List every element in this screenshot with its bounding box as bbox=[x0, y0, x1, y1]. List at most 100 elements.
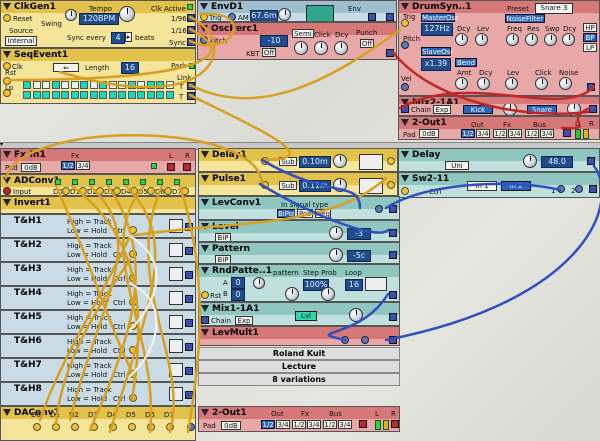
daconv-input-jack[interactable] bbox=[71, 423, 79, 431]
noise-filter-tab[interactable]: NoiseFilter bbox=[505, 14, 545, 23]
track2-output[interactable] bbox=[187, 92, 195, 100]
step-cell[interactable] bbox=[80, 91, 88, 99]
mix2-output[interactable] bbox=[589, 105, 597, 113]
fxin-12-button[interactable]: 1/2 bbox=[61, 161, 75, 170]
collapse-arrow-icon[interactable] bbox=[401, 3, 409, 10]
step-grid[interactable] bbox=[23, 81, 183, 101]
exp-button[interactable]: Exp bbox=[433, 105, 451, 114]
step-cell[interactable] bbox=[99, 81, 107, 89]
out2b-fx-12[interactable]: 1/2 bbox=[292, 420, 306, 429]
adconv-output-jack[interactable] bbox=[147, 187, 155, 195]
level-module[interactable]: Level BiP -3 bbox=[198, 220, 400, 242]
rndpattern-module[interactable]: RndPatte..1 pattern Step Prob Loop A 0 B… bbox=[198, 264, 400, 302]
levmult-header[interactable]: LevMult1 bbox=[199, 327, 399, 339]
track-hold-output[interactable] bbox=[185, 295, 193, 303]
sw2-header[interactable]: Sw2-11 bbox=[399, 173, 599, 185]
drumsyn-ratio-display[interactable]: x1.39 bbox=[421, 58, 451, 71]
pattern-module[interactable]: Pattern BiP -5c bbox=[198, 242, 400, 264]
invert-header[interactable]: Invert1 bbox=[1, 197, 195, 209]
kbt-button[interactable]: Off bbox=[262, 48, 276, 57]
pattern-a-display[interactable]: 0 bbox=[231, 277, 245, 289]
ctrl-input-jack[interactable] bbox=[129, 394, 137, 402]
am-input-jack[interactable] bbox=[228, 13, 236, 21]
collapse-arrow-icon[interactable] bbox=[3, 409, 11, 416]
sw2-output[interactable] bbox=[589, 185, 597, 193]
envd-header[interactable]: EnvD1 bbox=[198, 1, 396, 13]
patch-canvas[interactable]: ClkGen1 Reset Swing Tempo 120BPM Clk Act… bbox=[0, 0, 600, 441]
snare-level-knob[interactable] bbox=[567, 104, 581, 115]
neg-button[interactable]: Neg bbox=[315, 209, 331, 218]
dcy-knob[interactable] bbox=[334, 41, 348, 55]
sw2-module[interactable]: Sw2-11 Ctrl In 1 In 2 1 2 bbox=[398, 172, 600, 198]
track-hold-module[interactable]: T&H1 High = Track Low = Hold Ctrl bbox=[0, 214, 196, 238]
sw2-in2-button[interactable]: In 2 bbox=[501, 181, 531, 191]
adconv-output-jack[interactable] bbox=[113, 187, 121, 195]
step-cell[interactable] bbox=[118, 81, 126, 89]
env-output[interactable] bbox=[368, 13, 376, 21]
seq-mode-button[interactable]: ⇐ bbox=[53, 63, 79, 72]
drumsyn-module[interactable]: DrumSyn..1 Preset Snare 3 Trig MasterOsc… bbox=[398, 0, 600, 96]
levconv-module[interactable]: LevConv1 In signal type BiPol Pos Neg bbox=[198, 196, 400, 220]
delay1-time-display[interactable]: 0.10m bbox=[299, 156, 331, 168]
pulse1-time-knob[interactable] bbox=[333, 178, 347, 192]
pos-button[interactable]: Pos bbox=[297, 209, 313, 218]
daconv-input-jack[interactable] bbox=[90, 423, 98, 431]
delay1-sub-button[interactable]: Sub bbox=[279, 157, 297, 166]
rndpattern-output[interactable] bbox=[389, 291, 397, 299]
track-hold-output[interactable] bbox=[185, 223, 193, 231]
semi-button[interactable]: Semi bbox=[292, 29, 314, 38]
mix1-exp-button[interactable]: Exp bbox=[235, 316, 253, 325]
level-bip-button[interactable]: BiP bbox=[215, 233, 231, 241]
step-cell[interactable] bbox=[70, 81, 79, 89]
filter-swp-knob[interactable] bbox=[544, 33, 557, 46]
snare-channel-button[interactable]: Snare bbox=[527, 105, 557, 114]
collapse-arrow-icon[interactable] bbox=[200, 25, 208, 32]
track-hold-module[interactable]: T&H8 High = Track Low = Hold Ctrl bbox=[0, 382, 196, 406]
mix1-module[interactable]: Mix1-1A1 Chain Exp Lvl bbox=[198, 302, 400, 326]
sw2-ctrl-jack[interactable] bbox=[401, 187, 409, 195]
adconv-output-jack[interactable] bbox=[164, 187, 172, 195]
beats-display[interactable]: 4 bbox=[111, 32, 125, 44]
track-hold-module[interactable]: T&H7 High = Track Low = Hold Ctrl bbox=[0, 358, 196, 382]
step-cell[interactable] bbox=[80, 81, 88, 89]
daconv-module[interactable]: DAConv1 D0 D1 D2 D3 D4 D5 D6 D7 bbox=[0, 406, 196, 441]
loop-display[interactable]: 16 bbox=[345, 279, 363, 291]
slave-osc-tab[interactable]: SlaveOsc bbox=[421, 47, 454, 56]
step-cell[interactable] bbox=[118, 91, 126, 99]
vel-input-jack[interactable] bbox=[401, 83, 409, 91]
pattern-b-knob[interactable] bbox=[285, 287, 299, 301]
track-hold-output[interactable] bbox=[185, 343, 193, 351]
fxin-pad-button[interactable]: 0dB bbox=[21, 163, 41, 172]
fxin-r-output[interactable] bbox=[183, 163, 191, 171]
step-cell[interactable] bbox=[32, 91, 41, 99]
collapse-arrow-icon[interactable] bbox=[3, 3, 11, 10]
fx-34-button[interactable]: 3/4 bbox=[508, 129, 522, 138]
daconv-input-jack[interactable] bbox=[109, 423, 117, 431]
drumsyn-lev-knob[interactable] bbox=[475, 33, 488, 46]
out2-top-input[interactable] bbox=[563, 129, 571, 137]
envd-output[interactable] bbox=[386, 13, 394, 21]
pitch-input-jack[interactable] bbox=[200, 36, 208, 44]
out2-top-header[interactable]: 2-Out1 bbox=[399, 117, 599, 129]
rate-16-output[interactable] bbox=[187, 26, 195, 34]
fxin-module[interactable]: Fx-In1 Pad 0dB Fx 1/2 3/4 L R bbox=[0, 148, 196, 174]
out2b-bus-12[interactable]: 1/2 bbox=[323, 420, 337, 429]
sw2-in1-button[interactable]: In 1 bbox=[467, 181, 497, 191]
step-cell[interactable] bbox=[89, 91, 98, 99]
chain-input-jack[interactable] bbox=[401, 105, 409, 113]
sync-output[interactable] bbox=[187, 38, 195, 46]
level-display[interactable]: -3 bbox=[347, 228, 371, 240]
master-osc-tab[interactable]: MasterOsc bbox=[421, 13, 459, 22]
bipol-button[interactable]: BiPol bbox=[277, 209, 295, 218]
kick-level-knob[interactable] bbox=[503, 104, 517, 115]
osc-tune-knob[interactable] bbox=[294, 41, 308, 55]
out2b-pad-button[interactable]: 0dB bbox=[221, 421, 241, 430]
delay-output[interactable] bbox=[587, 157, 595, 165]
levmult-output[interactable] bbox=[389, 336, 397, 344]
pattern-display[interactable]: -5c bbox=[347, 250, 371, 262]
seqevent-module[interactable]: SeqEvent1 Clk Rst Lp ⇐ Length 16 Park Li… bbox=[0, 48, 196, 104]
mix1-chain-jack[interactable] bbox=[201, 316, 209, 324]
step-cell[interactable] bbox=[51, 91, 60, 99]
step-cell[interactable] bbox=[137, 91, 145, 99]
delay-knob[interactable] bbox=[523, 154, 537, 168]
